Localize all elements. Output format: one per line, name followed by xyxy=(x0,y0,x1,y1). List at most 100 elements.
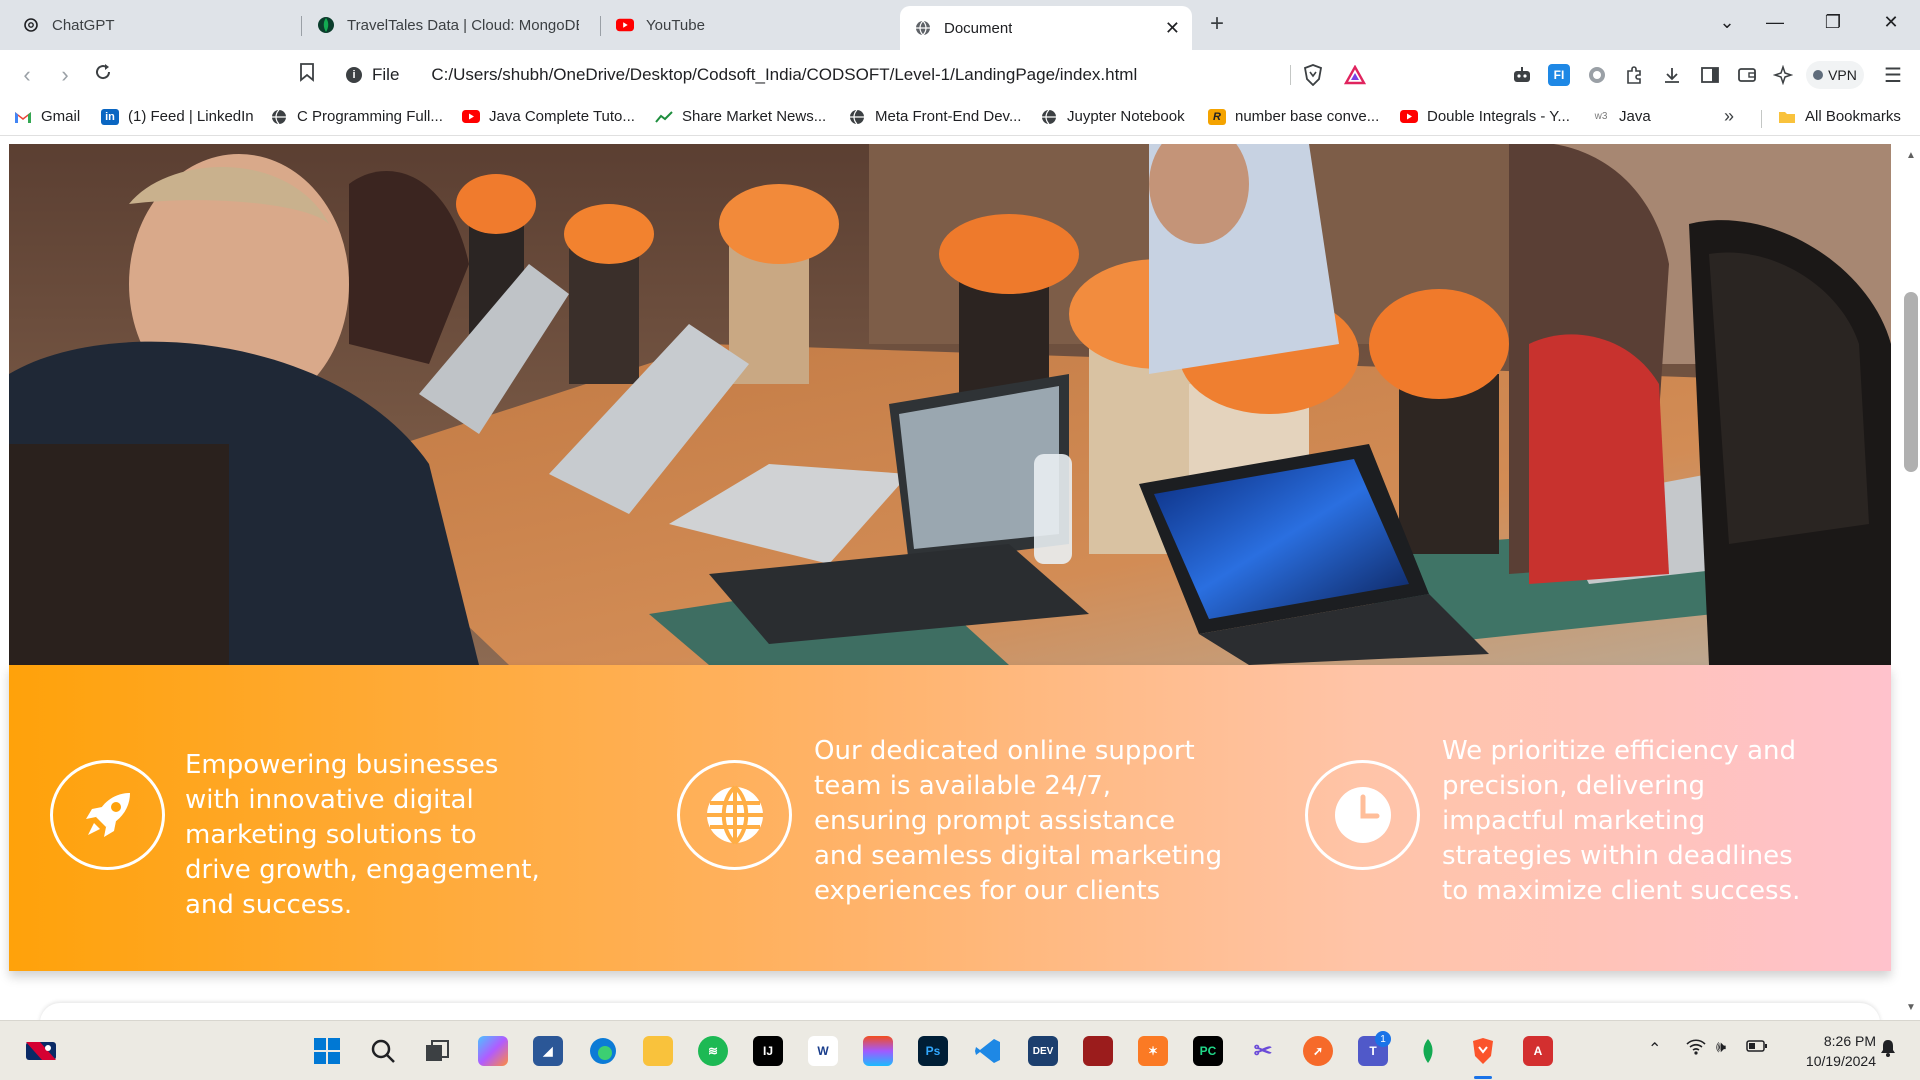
bookmark-label: Java Complete Tuto... xyxy=(489,108,635,125)
snipping-tool-icon[interactable]: ✂ xyxy=(1248,1036,1278,1066)
feature-card-growth: Empowering businesses with innovative di… xyxy=(9,665,637,971)
teams-notification-badge: 1 xyxy=(1375,1031,1391,1047)
windows-taskbar: ◢ ≋ IJ W Ps DEV ✶ PC ✂ ➚ T 1 A ⌃ 🕪 8:26 … xyxy=(0,1020,1920,1080)
reload-button[interactable] xyxy=(90,62,116,88)
bookmark-gmail[interactable]: Gmail xyxy=(14,108,80,125)
extension-circle-icon[interactable] xyxy=(1586,64,1608,86)
bookmark-linkedin[interactable]: in (1) Feed | LinkedIn xyxy=(101,108,254,125)
restore-button[interactable]: ❐ xyxy=(1818,12,1848,33)
figma-icon[interactable] xyxy=(863,1036,893,1066)
vpn-button[interactable]: VPN xyxy=(1806,61,1864,89)
bookmark-share-market[interactable]: Share Market News... xyxy=(655,108,826,125)
tab-chatgpt[interactable]: ChatGPT xyxy=(8,6,293,44)
extensions-puzzle-icon[interactable] xyxy=(1623,64,1645,86)
page-viewport: Empowering businesses with innovative di… xyxy=(0,137,1920,1020)
bookmark-label: number base conve... xyxy=(1235,108,1380,125)
scroll-down-arrow-icon[interactable]: ▼ xyxy=(1903,1002,1919,1013)
minimize-button[interactable]: — xyxy=(1760,12,1790,33)
scroll-up-arrow-icon[interactable]: ▲ xyxy=(1903,150,1919,161)
tab-document[interactable]: Document ✕ xyxy=(900,6,1192,50)
file-explorer-icon[interactable] xyxy=(643,1036,673,1066)
word-icon[interactable]: W xyxy=(808,1036,838,1066)
download-icon[interactable] xyxy=(1661,64,1683,86)
bookmark-double-integrals[interactable]: Double Integrals - Y... xyxy=(1400,108,1570,125)
volume-icon[interactable]: 🕪 xyxy=(1716,1039,1726,1057)
youtube-icon xyxy=(1400,109,1418,125)
r-icon: R xyxy=(1208,108,1226,125)
bookmark-label: Meta Front-End Dev... xyxy=(875,108,1022,125)
back-button[interactable]: ‹ xyxy=(14,62,40,88)
chart-icon xyxy=(655,109,673,125)
bookmark-c-programming[interactable]: C Programming Full... xyxy=(270,108,443,125)
url-text[interactable]: C:/Users/shubh/OneDrive/Desktop/Codsoft_… xyxy=(431,65,1137,85)
bookmark-label: Double Integrals - Y... xyxy=(1427,108,1570,125)
info-icon: i xyxy=(346,67,362,83)
acrobat-icon[interactable]: A xyxy=(1523,1036,1553,1066)
mongodb-compass-icon[interactable] xyxy=(1413,1036,1443,1066)
leo-ai-icon[interactable] xyxy=(1772,64,1794,86)
bookmark-meta-front-end[interactable]: Meta Front-End Dev... xyxy=(848,108,1021,125)
clock-icon xyxy=(1334,787,1391,843)
notification-bell-icon[interactable] xyxy=(1880,1039,1896,1062)
page-scrollbar[interactable] xyxy=(1902,137,1920,1020)
intellij-icon[interactable]: IJ xyxy=(753,1036,783,1066)
wifi-icon[interactable] xyxy=(1686,1039,1706,1060)
brave-browser-icon[interactable] xyxy=(1468,1036,1498,1066)
bookmark-java[interactable]: w3 Java xyxy=(1592,108,1651,125)
show-hidden-icons-chevron-icon[interactable]: ⌃ xyxy=(1648,1039,1661,1059)
taskbar-clock[interactable]: 8:26 PM 10/19/2024 xyxy=(1786,1031,1876,1071)
bookmark-java-tutorial[interactable]: Java Complete Tuto... xyxy=(462,108,635,125)
close-tab-icon[interactable]: ✕ xyxy=(1165,18,1180,39)
xampp-icon[interactable]: ✶ xyxy=(1138,1036,1168,1066)
bookmark-button[interactable] xyxy=(294,62,320,88)
bookmarks-overflow-icon[interactable]: » xyxy=(1724,106,1734,127)
bookmark-number-base[interactable]: R number base conve... xyxy=(1208,108,1379,125)
site-info-chip[interactable]: i File xyxy=(346,65,399,85)
app-red-icon[interactable] xyxy=(1083,1036,1113,1066)
tab-search-chevron-icon[interactable]: ⌄ xyxy=(1712,12,1742,33)
tab-title: Document xyxy=(944,19,1013,37)
extension-robot-icon[interactable] xyxy=(1511,64,1533,86)
photoshop-icon[interactable]: Ps xyxy=(918,1036,948,1066)
new-tab-button[interactable]: + xyxy=(1210,12,1224,36)
postman-icon[interactable]: ➚ xyxy=(1303,1036,1333,1066)
extension-fi-icon[interactable]: FI xyxy=(1548,64,1570,86)
task-view-icon[interactable] xyxy=(422,1036,452,1066)
scrollbar-thumb[interactable] xyxy=(1904,292,1918,472)
brave-rewards-icon[interactable] xyxy=(1344,64,1366,86)
folder-icon xyxy=(1778,109,1796,125)
bookmark-label: Share Market News... xyxy=(682,108,827,125)
wallet-icon[interactable] xyxy=(1736,64,1758,86)
devcpp-icon[interactable]: DEV xyxy=(1028,1036,1058,1066)
battery-icon[interactable] xyxy=(1746,1039,1768,1058)
search-icon[interactable] xyxy=(368,1036,398,1066)
youtube-icon xyxy=(616,16,634,34)
all-bookmarks-button[interactable]: All Bookmarks xyxy=(1778,108,1901,125)
app-icon[interactable]: ◢ xyxy=(533,1036,563,1066)
tab-title: YouTube xyxy=(646,16,705,34)
address-bar[interactable]: i File C:/Users/shubh/OneDrive/Desktop/C… xyxy=(330,58,1390,92)
bookmarks-bar: Gmail in (1) Feed | LinkedIn C Programmi… xyxy=(0,100,1920,136)
sidebar-toggle-icon[interactable] xyxy=(1699,64,1721,86)
tab-mongodb[interactable]: TravelTales Data | Cloud: MongoDB xyxy=(303,6,593,44)
brave-shields-icon[interactable] xyxy=(1302,64,1324,86)
close-window-button[interactable]: ✕ xyxy=(1876,12,1906,33)
globe-icon xyxy=(270,109,288,125)
menu-hamburger-icon[interactable]: ☰ xyxy=(1882,64,1904,87)
bookmark-jupyter[interactable]: Juypter Notebook xyxy=(1040,108,1185,125)
copilot-icon[interactable] xyxy=(478,1036,508,1066)
pycharm-icon[interactable]: PC xyxy=(1193,1036,1223,1066)
vscode-icon[interactable] xyxy=(973,1036,1003,1066)
tab-youtube[interactable]: YouTube xyxy=(602,6,892,44)
edge-browser-icon[interactable] xyxy=(588,1036,618,1066)
w3schools-icon: w3 xyxy=(1594,111,1608,122)
clock-time: 8:26 PM xyxy=(1823,1033,1876,1049)
clock-date: 10/19/2024 xyxy=(1805,1053,1876,1069)
bookmark-icon xyxy=(300,63,314,82)
mlb-widget-icon[interactable] xyxy=(26,1036,56,1066)
forward-button[interactable]: › xyxy=(52,62,78,88)
globe-icon xyxy=(706,785,763,845)
feature-card-support: Our dedicated online support team is ava… xyxy=(637,665,1265,971)
windows-start-icon[interactable] xyxy=(312,1036,342,1066)
spotify-icon[interactable]: ≋ xyxy=(698,1036,728,1066)
